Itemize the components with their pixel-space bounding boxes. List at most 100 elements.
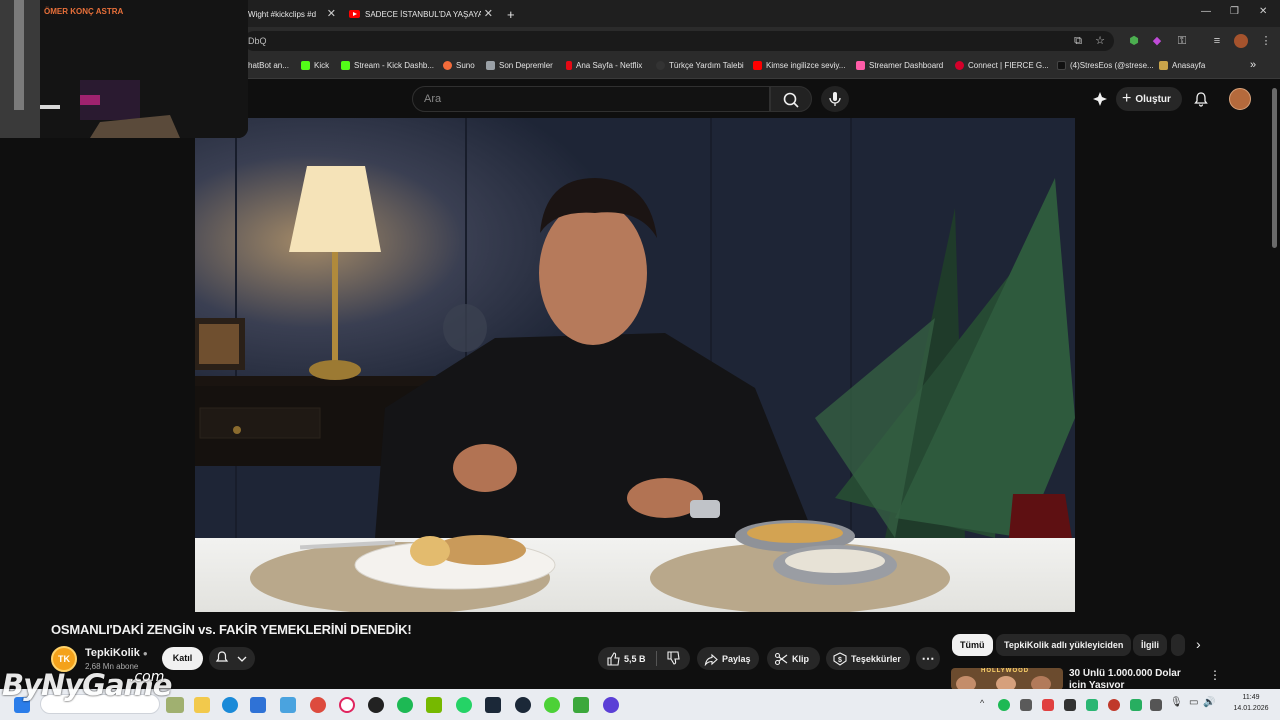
voice-search-button[interactable]	[821, 86, 849, 112]
obs-icon[interactable]	[368, 697, 384, 713]
search-icon	[783, 92, 799, 108]
extension-shield-icon[interactable]: ⬢	[1127, 34, 1141, 48]
volume-icon[interactable]: 🔊	[1203, 697, 1215, 708]
bookmark-item[interactable]: Kimse ingilizce seviy...	[753, 61, 845, 70]
bookmark-item[interactable]: Ana Sayfa - Netflix	[566, 61, 642, 70]
chip-all[interactable]: Tümü	[952, 634, 993, 656]
close-tab-icon[interactable]: ✕	[327, 7, 336, 20]
taskbar-clock[interactable]: 11:49 14.01.2026	[1224, 692, 1278, 714]
bell-with-chevron-icon	[215, 651, 247, 662]
bookmark-item[interactable]: Suno	[443, 61, 475, 70]
user-avatar[interactable]	[1229, 88, 1251, 110]
bookmark-item[interactable]: Stream - Kick Dashb...	[341, 61, 434, 70]
create-button[interactable]: + Oluştur	[1116, 87, 1182, 111]
chip-related[interactable]: İlgili	[1133, 634, 1167, 656]
search-input[interactable]: Ara	[412, 86, 770, 112]
display-tray-icon[interactable]: ▭	[1189, 697, 1198, 708]
restore-icon[interactable]: ❐	[1230, 6, 1239, 17]
tray-icon[interactable]	[1130, 699, 1142, 711]
opera-browser-icon[interactable]	[339, 697, 355, 713]
extension-twitch-icon[interactable]: ◆	[1150, 34, 1164, 48]
app-icon[interactable]	[544, 697, 560, 713]
app-icon[interactable]	[280, 697, 296, 713]
dislike-button[interactable]	[657, 650, 680, 667]
close-tab-icon[interactable]: ✕	[480, 7, 493, 20]
more-bookmarks-icon[interactable]: »	[1250, 59, 1256, 71]
tray-icon[interactable]	[1108, 699, 1120, 711]
video-player[interactable]	[195, 118, 1075, 612]
install-app-icon[interactable]: ⧉	[1071, 34, 1085, 48]
microphone-tray-icon[interactable]: 🎙	[1170, 697, 1183, 708]
like-dislike-group: 5,5 B	[598, 647, 690, 670]
bookmark-item[interactable]: (4)StresEos (@strese...	[1057, 61, 1154, 70]
bookmark-item[interactable]: Streamer Dashboard	[856, 61, 943, 70]
thumbs-down-icon	[667, 650, 680, 665]
like-button[interactable]: 5,5 B	[598, 651, 656, 666]
bookmark-star-icon[interactable]: ☆	[1093, 34, 1107, 48]
netflix-icon	[566, 61, 572, 70]
tray-icon[interactable]	[1042, 699, 1054, 711]
bookmark-item[interactable]: Son Depremler	[486, 61, 553, 70]
share-arrow-icon	[704, 653, 718, 666]
tray-icon[interactable]	[998, 699, 1010, 711]
app-icon[interactable]	[603, 697, 619, 713]
new-tab-plus-icon[interactable]: +	[507, 3, 519, 25]
minimize-icon[interactable]: —	[1201, 6, 1211, 17]
tray-icon[interactable]	[1150, 699, 1162, 711]
file-explorer-icon[interactable]	[194, 697, 210, 713]
tray-icon[interactable]	[1086, 699, 1098, 711]
chip-from-uploader[interactable]: TepkiKolik adlı yükleyiciden	[996, 634, 1132, 656]
recommended-more-icon[interactable]: ⋮	[1209, 668, 1221, 682]
browser-tab-kickclips[interactable]: Wight #kickclips #d ✕	[248, 3, 336, 25]
chrome-browser-icon[interactable]	[310, 697, 326, 713]
tray-chevron-up-icon[interactable]: ^	[980, 698, 984, 708]
profile-avatar-icon[interactable]	[1234, 34, 1248, 48]
extensions-puzzle-icon[interactable]: ⚿	[1175, 34, 1189, 48]
steam-icon[interactable]	[515, 697, 531, 713]
app-icon[interactable]	[485, 697, 501, 713]
youtube-icon	[753, 61, 762, 70]
minecraft-icon[interactable]	[573, 697, 589, 713]
windows-taskbar: ^ 🎙 ▭ 🔊 11:49 14.01.2026	[0, 689, 1280, 720]
bookmark-item[interactable]: hatBot an...	[248, 61, 289, 70]
tray-icon[interactable]	[1020, 699, 1032, 711]
notifications-bell-icon[interactable]	[1193, 91, 1209, 107]
thumbnail-text: HOLLYWOOD	[981, 668, 1030, 674]
page-scrollbar[interactable]	[1272, 88, 1277, 248]
bookmark-item[interactable]: Kick	[301, 61, 329, 70]
browser-tab-youtube[interactable]: SADECE İSTANBUL'DA YAŞAYAN ✕	[349, 3, 493, 25]
clip-button[interactable]: Klip	[767, 647, 820, 670]
share-button[interactable]: Paylaş	[697, 647, 759, 670]
join-button[interactable]: Katıl	[162, 647, 203, 670]
nvidia-icon[interactable]	[426, 697, 442, 713]
chevron-right-icon[interactable]: ›	[1196, 636, 1201, 652]
svg-text:$: $	[838, 657, 842, 664]
video-title: OSMANLI'DAKİ ZENGİN vs. FAKİR YEMEKLERİN…	[51, 622, 412, 637]
recommended-video-thumbnail[interactable]: HOLLYWOOD	[951, 668, 1063, 690]
bookmark-item[interactable]: Türkçe Yardım Talebi	[656, 61, 744, 70]
more-actions-button[interactable]: ⋯	[916, 647, 940, 670]
bookmark-item[interactable]: Anasayfa	[1159, 61, 1205, 70]
tray-icon[interactable]	[1064, 699, 1076, 711]
plus-icon: +	[1122, 90, 1132, 107]
whatsapp-icon[interactable]	[456, 697, 472, 713]
video-frame-image	[195, 118, 1075, 612]
channel-name[interactable]: TepkiKolik ●	[85, 647, 148, 659]
help-icon	[656, 61, 665, 70]
gemini-sparkle-icon[interactable]	[1092, 91, 1108, 107]
thanks-button[interactable]: $ Teşekkürler	[826, 647, 910, 670]
chip-partial[interactable]	[1171, 634, 1185, 656]
reading-list-icon[interactable]: ≡	[1210, 34, 1224, 48]
streamer-dashboard-icon	[856, 61, 865, 70]
url-field[interactable]: DbQ	[244, 31, 1114, 51]
bookmark-item[interactable]: Connect | FIERCE G...	[955, 61, 1049, 70]
spotify-icon[interactable]	[397, 697, 413, 713]
search-button[interactable]	[770, 86, 812, 112]
recommended-video-title[interactable]: 30 Ünlü 1.000.000 Dolar için Yaşıyor	[1069, 668, 1199, 688]
store-icon[interactable]	[250, 697, 266, 713]
close-window-icon[interactable]: ✕	[1259, 6, 1267, 17]
subscription-bell-button[interactable]	[209, 647, 255, 670]
edge-browser-icon[interactable]	[222, 697, 238, 713]
browser-menu-icon[interactable]: ⋮	[1259, 34, 1273, 48]
youtube-favicon-icon	[349, 10, 360, 18]
